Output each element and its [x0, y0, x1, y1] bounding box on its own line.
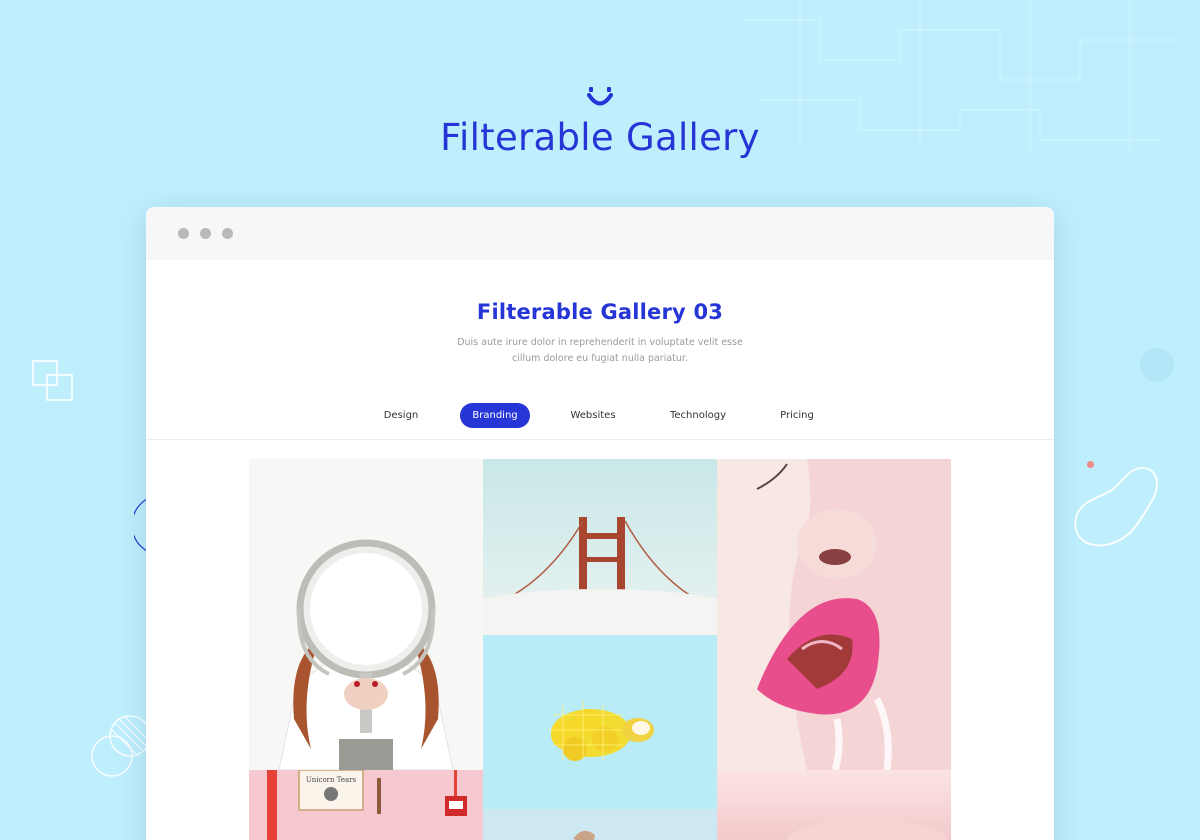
- still-life-illustration: [483, 809, 717, 840]
- gallery-subtitle: Duis aute irure dolor in reprehenderit i…: [450, 335, 750, 367]
- gallery-image-lips[interactable]: [717, 459, 951, 770]
- window-dot: [222, 228, 233, 239]
- lemons-illustration: [483, 635, 717, 809]
- mirror-illustration: [249, 459, 483, 770]
- overlapping-squares-decoration: [32, 360, 73, 401]
- hero-title: Filterable Gallery: [440, 116, 760, 159]
- tab-websites[interactable]: Websites: [560, 403, 626, 428]
- gallery-image-bridge[interactable]: [483, 459, 717, 635]
- gallery-image-mirror[interactable]: [249, 459, 483, 770]
- tab-branding[interactable]: Branding: [460, 403, 530, 428]
- gallery-title: Filterable Gallery 03: [476, 300, 724, 324]
- gallery-subtitle-line: cillum dolore eu fugiat nulla pariatur.: [512, 353, 688, 364]
- gallery-subtitle-line: Duis aute irure dolor in reprehenderit i…: [457, 337, 743, 348]
- tabs-divider: [146, 439, 1054, 440]
- pink-wall-illustration: Unicorn Tears: [249, 770, 483, 840]
- bridge-illustration: [483, 459, 717, 635]
- unicorn-sign-text: Unicorn Tears: [306, 776, 357, 784]
- smile-icon: [587, 87, 613, 106]
- gallery-grid: Unicorn Tears: [249, 459, 951, 840]
- tab-pricing[interactable]: Pricing: [770, 403, 824, 428]
- window-dot: [200, 228, 211, 239]
- window-dot: [178, 228, 189, 239]
- gallery-image-pink-clouds[interactable]: [717, 770, 951, 840]
- gallery-image-blue-still-life[interactable]: [483, 809, 717, 840]
- tab-technology[interactable]: Technology: [658, 403, 738, 428]
- lips-illustration: [717, 459, 951, 770]
- tab-design[interactable]: Design: [372, 403, 430, 428]
- rings-decoration: [91, 715, 151, 777]
- blob-outline-decoration: [1074, 467, 1158, 547]
- browser-chrome: [146, 207, 1054, 260]
- clouds-illustration: [717, 770, 951, 840]
- gallery-image-lemons[interactable]: [483, 635, 717, 809]
- filter-tabs: Design Branding Websites Technology Pric…: [146, 403, 1054, 429]
- browser-window: Filterable Gallery 03 Duis aute irure do…: [146, 207, 1054, 840]
- gallery-image-unicorn-sign[interactable]: Unicorn Tears: [249, 770, 483, 840]
- circle-decoration: [1140, 348, 1174, 382]
